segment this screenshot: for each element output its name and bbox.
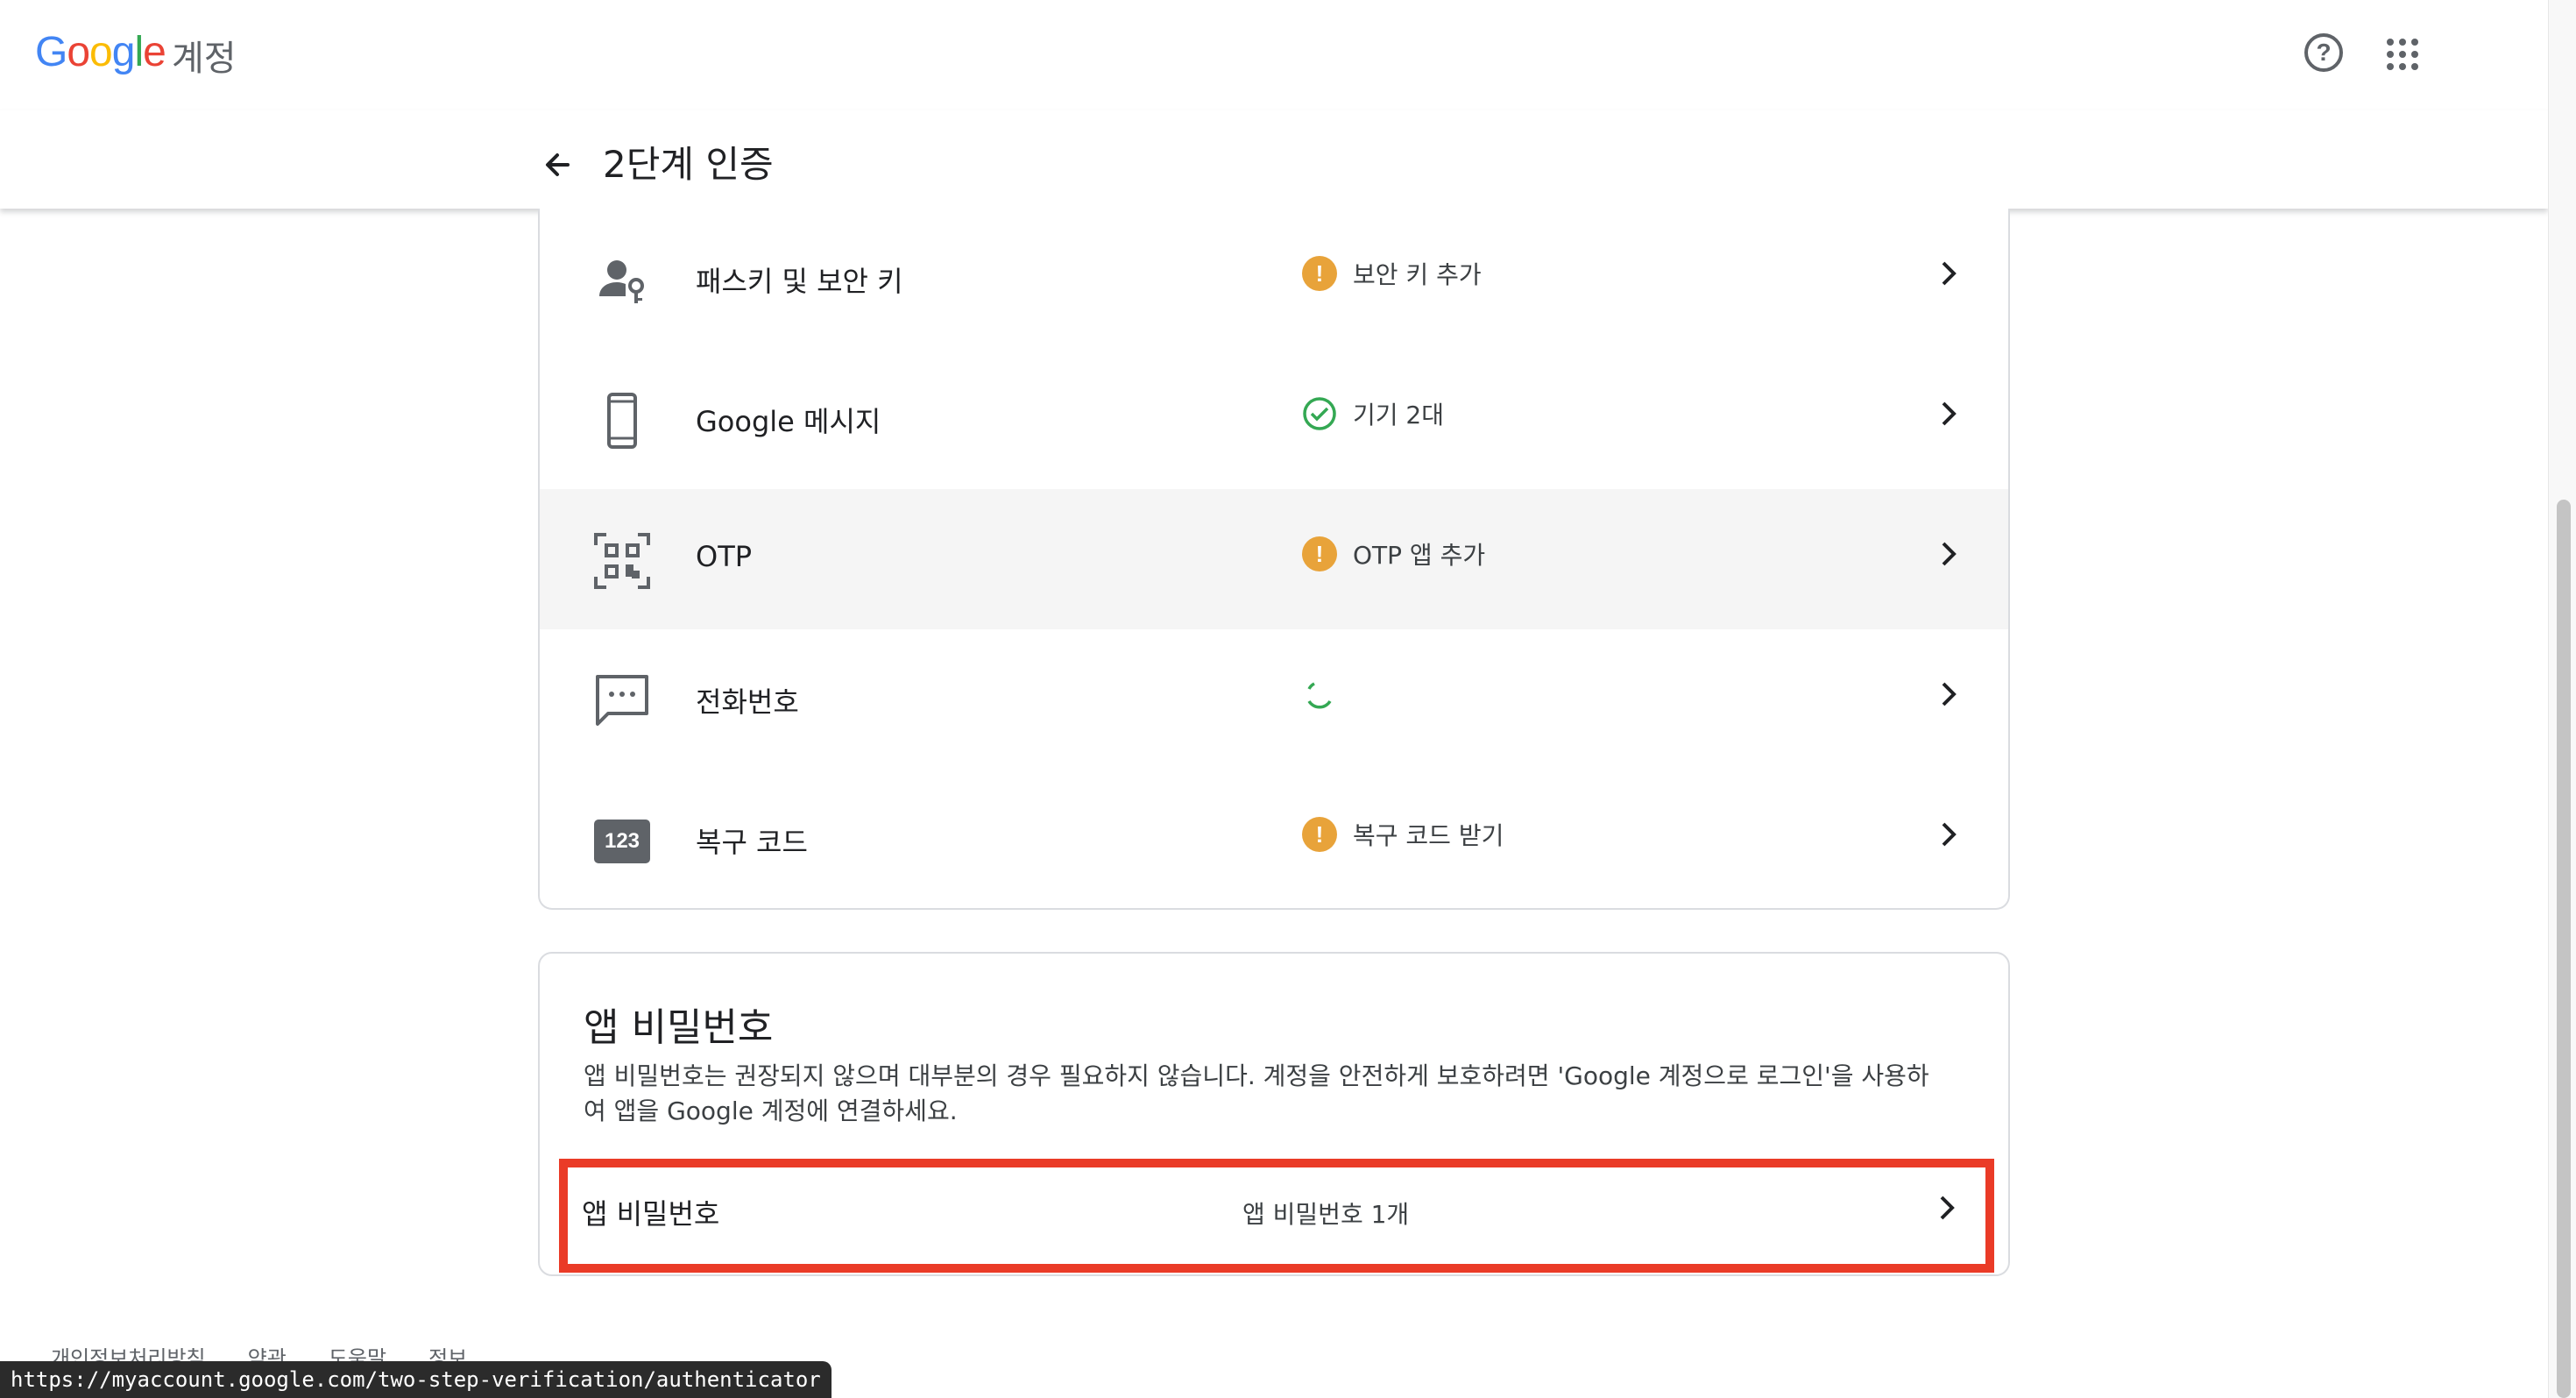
arrow-back-icon[interactable] [533, 140, 582, 189]
passkey-icon [594, 252, 650, 309]
status-bar-url: https://myaccount.google.com/two-step-ve… [0, 1361, 832, 1398]
sms-icon [594, 673, 650, 729]
chevron-right-icon [1942, 682, 1957, 706]
method-label: 전화번호 [696, 685, 799, 719]
method-status: ! 보안 키 추가 [1302, 256, 1482, 291]
method-row-otp[interactable]: OTP ! OTP 앱 추가 [540, 489, 2008, 629]
check-circle-icon [1303, 397, 1336, 430]
warning-icon: ! [1302, 817, 1337, 852]
chevron-right-icon [1942, 822, 1957, 847]
loading-spinner-icon [1307, 682, 1332, 709]
method-row-passkeys[interactable]: 패스키 및 보안 키 ! 보안 키 추가 [540, 209, 2008, 349]
method-row-google-messages[interactable]: Google 메시지 기기 2대 [540, 349, 2008, 489]
method-label: 복구 코드 [696, 826, 808, 859]
backup-codes-icon: 123 [594, 813, 650, 869]
method-label: OTP [696, 540, 753, 573]
method-row-backup-codes[interactable]: 123 복구 코드 ! 복구 코드 받기 [540, 770, 2008, 908]
section-title: 앱 비밀번호 [584, 1005, 774, 1050]
google-logo[interactable]: Google [35, 28, 166, 76]
method-status [1302, 677, 1353, 712]
warning-icon: ! [1302, 536, 1337, 571]
method-label: Google 메시지 [696, 405, 881, 438]
method-label: 패스키 및 보안 키 [696, 265, 903, 298]
help-icon[interactable]: ? [2304, 33, 2343, 72]
app-passwords-count: 앱 비밀번호 1개 [1242, 1200, 1410, 1229]
apps-grid-icon[interactable] [2387, 39, 2418, 70]
qr-code-icon [594, 533, 650, 589]
method-row-phone[interactable]: 전화번호 [540, 629, 2008, 770]
method-status: ! OTP 앱 추가 [1302, 536, 1485, 571]
chevron-right-icon [1942, 401, 1957, 426]
app-bar [0, 0, 2548, 110]
scrollbar-thumb[interactable] [2557, 500, 2571, 1398]
method-status: 기기 2대 [1302, 396, 1444, 431]
sticky-subheader [0, 110, 2548, 209]
chevron-right-icon [1942, 261, 1957, 286]
second-steps-card: 패스키 및 보안 키 ! 보안 키 추가 Google 메시지 기기 2대 OT… [538, 209, 2010, 910]
method-status: ! 복구 코드 받기 [1302, 817, 1504, 852]
page-title: 2단계 인증 [603, 143, 774, 186]
section-description: 앱 비밀번호는 권장되지 않으며 대부분의 경우 필요하지 않습니다. 계정을 … [584, 1061, 1929, 1125]
warning-icon: ! [1302, 256, 1337, 291]
chevron-right-icon [1940, 1196, 1955, 1220]
chevron-right-icon [1942, 542, 1957, 566]
product-name: 계정 [172, 39, 237, 79]
phone-icon [594, 393, 650, 449]
app-passwords-label: 앱 비밀번호 [582, 1197, 720, 1231]
